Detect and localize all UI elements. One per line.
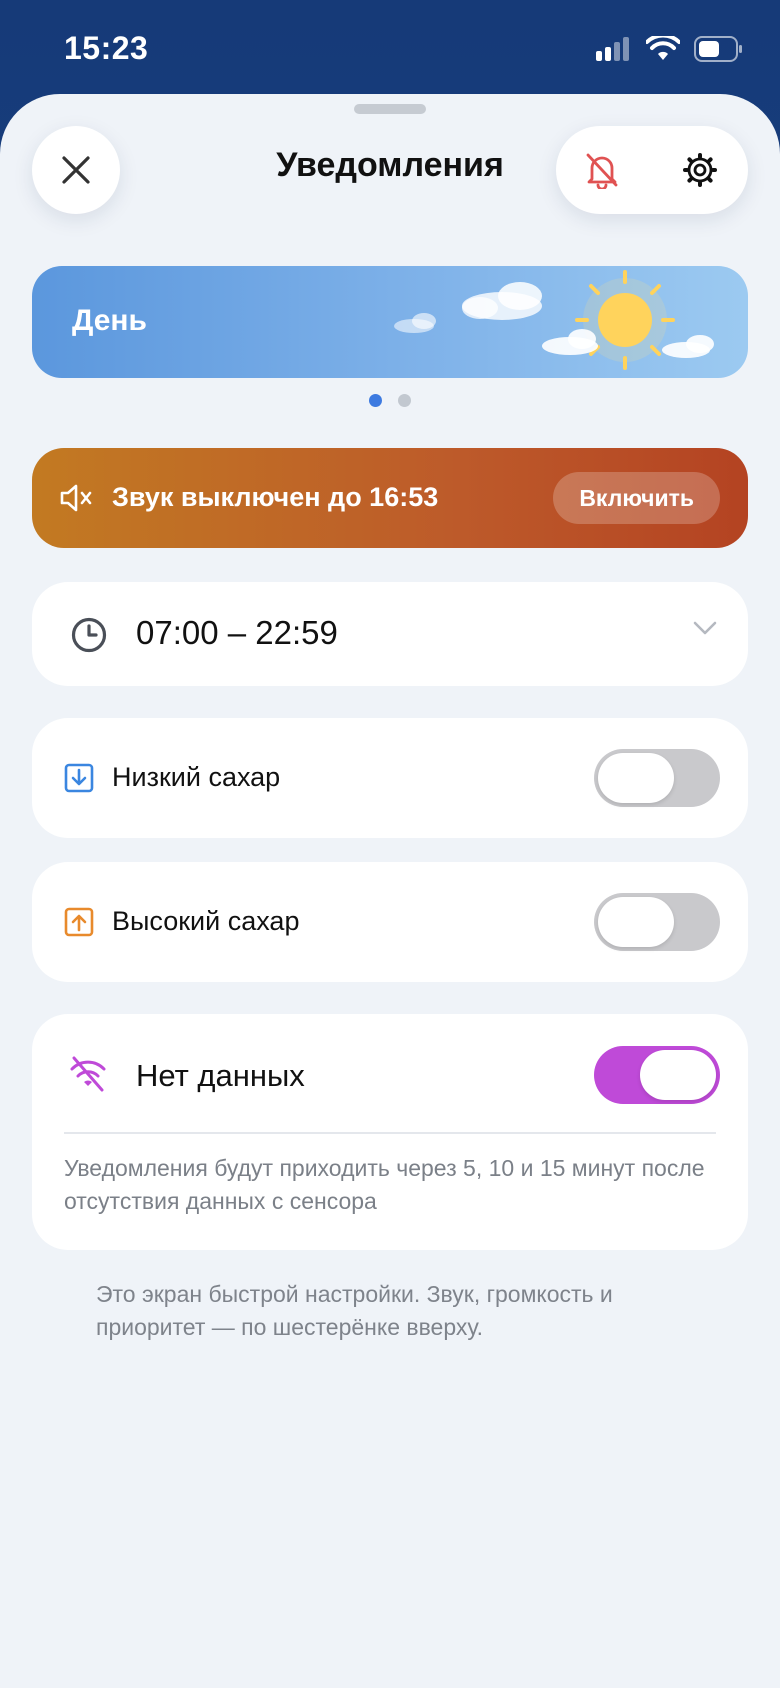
enable-sound-button[interactable]: Включить	[553, 472, 720, 524]
cloud-icon	[542, 329, 598, 355]
sound-muted-banner: Звук выключен до 16:53 Включить	[32, 448, 748, 548]
mute-notifications-button[interactable]	[580, 148, 624, 192]
no-data-label: Нет данных	[136, 1058, 305, 1093]
header-actions	[556, 126, 748, 214]
sun-icon	[575, 270, 675, 370]
status-bar: 15:23	[0, 0, 780, 100]
clock-icon	[71, 617, 107, 653]
high-sugar-label: Высокий сахар	[112, 906, 300, 936]
wifi-off-icon	[70, 1056, 106, 1092]
footnote: Это экран быстрой настройки. Звук, громк…	[96, 1281, 613, 1340]
schedule-time-range: 07:00 – 22:59	[136, 614, 338, 651]
pager-dot-2[interactable]	[398, 394, 411, 407]
sheet-grabber[interactable]	[354, 104, 426, 114]
pager-dot-1[interactable]	[369, 394, 382, 407]
battery-icon	[694, 36, 742, 62]
bell-off-icon	[586, 153, 618, 189]
low-sugar-toggle[interactable]	[594, 749, 720, 807]
cloud-icon	[662, 335, 714, 358]
sound-muted-text: Звук выключен до 16:53	[112, 482, 439, 512]
cellular-signal-icon	[596, 37, 629, 61]
low-sugar-label: Низкий сахар	[112, 762, 281, 792]
gear-icon	[683, 153, 717, 187]
no-data-toggle[interactable]	[594, 1046, 720, 1104]
toggle-knob	[598, 897, 674, 947]
wifi-icon	[646, 36, 680, 60]
arrow-up-box-icon	[64, 907, 94, 937]
schedule-selector[interactable]: 07:00 – 22:59	[32, 582, 748, 686]
mode-label: День	[72, 304, 147, 337]
notifications-sheet: Уведомления День Звук выключен до 16:53 …	[0, 94, 780, 1688]
divider	[64, 1132, 716, 1134]
cloud-icon	[394, 313, 436, 333]
toggle-knob	[640, 1050, 716, 1100]
no-data-card: Нет данных Уведомления будут приходить ч…	[32, 1014, 748, 1250]
speaker-muted-icon	[60, 484, 92, 512]
high-sugar-row: Высокий сахар	[32, 862, 748, 982]
toggle-knob	[598, 753, 674, 803]
status-time: 15:23	[64, 30, 149, 66]
mode-pager	[0, 394, 780, 407]
cloud-icon	[462, 282, 542, 320]
low-sugar-row: Низкий сахар	[32, 718, 748, 838]
arrow-down-box-icon	[64, 763, 94, 793]
high-sugar-toggle[interactable]	[594, 893, 720, 951]
mode-banner-day[interactable]: День	[32, 266, 748, 378]
no-data-description: Уведомления будут приходить через 5, 10 …	[64, 1155, 705, 1214]
status-icons	[596, 34, 744, 64]
settings-button[interactable]	[678, 148, 722, 192]
chevron-down-icon	[693, 621, 717, 635]
